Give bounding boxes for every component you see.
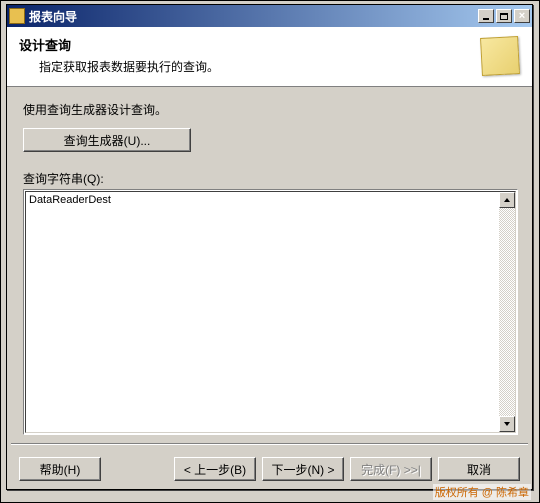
page-title: 设计查询: [19, 35, 520, 54]
scroll-up-button[interactable]: [499, 192, 515, 208]
scroll-track[interactable]: [499, 208, 515, 416]
close-button[interactable]: ×: [514, 9, 530, 23]
vertical-scrollbar[interactable]: [499, 192, 515, 432]
cancel-button[interactable]: 取消: [438, 457, 520, 481]
wizard-header: 设计查询 指定获取报表数据要执行的查询。: [7, 27, 532, 87]
back-button[interactable]: < 上一步(B): [174, 457, 256, 481]
wizard-footer: 帮助(H) < 上一步(B) 下一步(N) > 完成(F) >>| 取消: [7, 457, 532, 481]
window-title: 报表向导: [29, 8, 478, 25]
minimize-button[interactable]: [478, 9, 494, 23]
screenshot-frame: 报表向导 × 设计查询 指定获取报表数据要执行的查询。 使用查询生成器设计查询。…: [0, 0, 540, 503]
separator: [11, 443, 528, 445]
help-button[interactable]: 帮助(H): [19, 457, 101, 481]
note-icon: [480, 36, 520, 76]
query-string-label: 查询字符串(Q):: [23, 170, 516, 187]
wizard-dialog: 报表向导 × 设计查询 指定获取报表数据要执行的查询。 使用查询生成器设计查询。…: [6, 4, 533, 490]
query-builder-button[interactable]: 查询生成器(U)...: [23, 128, 191, 152]
instruction-text: 使用查询生成器设计查询。: [23, 101, 516, 118]
maximize-button[interactable]: [496, 9, 512, 23]
wizard-body: 使用查询生成器设计查询。 查询生成器(U)... 查询字符串(Q): DataR…: [7, 87, 532, 445]
finish-button: 完成(F) >>|: [350, 457, 432, 481]
page-subtitle: 指定获取报表数据要执行的查询。: [39, 58, 520, 75]
titlebar[interactable]: 报表向导 ×: [7, 5, 532, 27]
query-string-input[interactable]: DataReaderDest: [26, 192, 499, 432]
query-string-field-wrap: DataReaderDest: [23, 189, 518, 435]
next-button[interactable]: 下一步(N) >: [262, 457, 344, 481]
window-controls: ×: [478, 9, 530, 23]
header-image: [477, 33, 522, 81]
scroll-down-button[interactable]: [499, 416, 515, 432]
copyright-watermark: 版权所有 @ 陈希章: [433, 484, 531, 500]
app-icon: [9, 8, 25, 24]
